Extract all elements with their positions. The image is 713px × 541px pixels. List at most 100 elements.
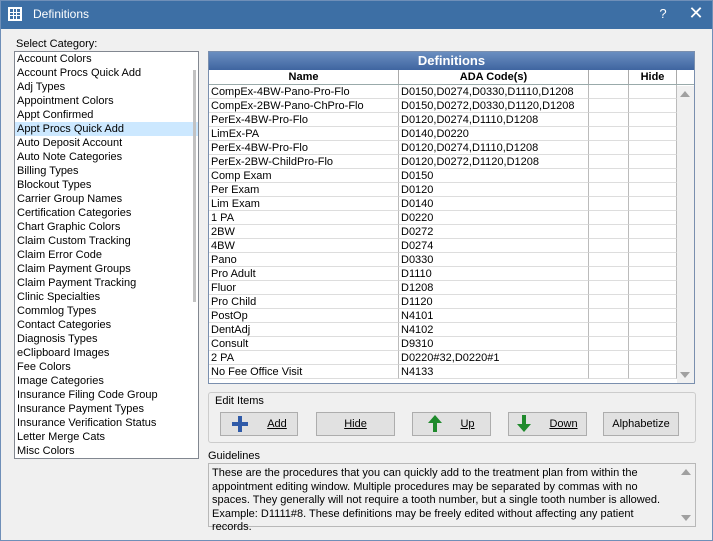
category-item[interactable]: Chart Graphic Colors — [15, 220, 198, 234]
category-item[interactable]: Appointment Colors — [15, 94, 198, 108]
category-item[interactable]: Insurance Payment Types — [15, 402, 198, 416]
cell-empty — [629, 351, 677, 365]
cell-empty — [629, 281, 677, 295]
table-row[interactable]: Pano D0330 — [209, 253, 694, 267]
cell-empty — [629, 113, 677, 127]
table-row[interactable]: LimEx-PA D0140,D0220 — [209, 127, 694, 141]
category-item[interactable]: Claim Payment Groups — [15, 262, 198, 276]
cell-code: D1110 — [399, 267, 589, 281]
plus-icon — [231, 415, 249, 433]
table-row[interactable]: DentAdj N4102 — [209, 323, 694, 337]
hide-button[interactable]: Hide — [316, 412, 395, 436]
category-item[interactable]: Misc Colors — [15, 444, 198, 458]
category-item[interactable]: Carrier Group Names — [15, 192, 198, 206]
category-item[interactable]: Adj Types — [15, 80, 198, 94]
table-row[interactable]: Lim Exam D0140 — [209, 197, 694, 211]
table-row[interactable]: 4BW D0274 — [209, 239, 694, 253]
category-item[interactable]: Insurance Verification Status — [15, 416, 198, 430]
cell-empty — [589, 141, 629, 155]
table-row[interactable]: PerEx-4BW-Pro-Flo D0120,D0274,D1110,D1208 — [209, 141, 694, 155]
table-row[interactable]: Pro Adult D1110 — [209, 267, 694, 281]
category-item[interactable]: Clinic Specialties — [15, 290, 198, 304]
guidelines-text: These are the procedures that you can qu… — [212, 467, 660, 533]
category-item[interactable]: Account Procs Quick Add — [15, 66, 198, 80]
guidelines-scrollbar[interactable] — [678, 464, 695, 526]
category-item[interactable]: Claim Error Code — [15, 248, 198, 262]
cell-empty — [629, 169, 677, 183]
cell-name: PerEx-4BW-Pro-Flo — [209, 113, 399, 127]
category-item[interactable]: Claim Custom Tracking — [15, 234, 198, 248]
category-scrollbar[interactable] — [193, 70, 196, 302]
definitions-grid: Definitions Name ADA Code(s) Hide CompEx… — [208, 51, 695, 384]
cell-code: D0220#32,D0220#1 — [399, 351, 589, 365]
category-item[interactable]: Diagnosis Types — [15, 332, 198, 346]
category-item[interactable]: Account Colors — [15, 52, 198, 66]
cell-empty — [589, 113, 629, 127]
category-item[interactable]: Contact Categories — [15, 318, 198, 332]
cell-name: 1 PA — [209, 211, 399, 225]
category-item[interactable]: Insurance Filing Code Group — [15, 388, 198, 402]
table-row[interactable]: PerEx-4BW-Pro-Flo D0120,D0274,D1110,D1208 — [209, 113, 694, 127]
cell-code: N4102 — [399, 323, 589, 337]
close-icon[interactable]: ✕ — [687, 4, 705, 22]
guidelines-scroll-down-icon[interactable] — [681, 515, 691, 521]
cell-empty — [589, 155, 629, 169]
table-row[interactable]: Consult D9310 — [209, 337, 694, 351]
guidelines-box: These are the procedures that you can qu… — [208, 463, 696, 533]
cell-code: D1208 — [399, 281, 589, 295]
cell-empty — [629, 141, 677, 155]
scroll-up-arrow-icon[interactable] — [680, 91, 690, 97]
category-item[interactable]: Commlog Types — [15, 304, 198, 318]
category-item[interactable]: Blockout Types — [15, 178, 198, 192]
column-header-hide[interactable]: Hide — [629, 70, 677, 84]
table-row[interactable]: Comp Exam D0150 — [209, 169, 694, 183]
category-item[interactable]: Letter Merge Cats — [15, 430, 198, 444]
cell-empty — [629, 239, 677, 253]
cell-code: D0140,D0220 — [399, 127, 589, 141]
table-row[interactable]: Pro Child D1120 — [209, 295, 694, 309]
cell-empty — [589, 127, 629, 141]
category-item[interactable]: Certification Categories — [15, 206, 198, 220]
table-row[interactable]: PostOp N4101 — [209, 309, 694, 323]
table-row[interactable]: PerEx-2BW-ChildPro-Flo D0120,D0272,D1120,… — [209, 155, 694, 169]
up-arrow-icon — [428, 415, 443, 433]
cell-code: D0150,D0274,D0330,D1110,D1208 — [399, 85, 589, 99]
scroll-down-arrow-icon[interactable] — [680, 372, 690, 378]
grid-title: Definitions — [209, 52, 694, 70]
category-item[interactable]: Appt Confirmed — [15, 108, 198, 122]
category-list[interactable]: Account Colors Account Procs Quick Add Adj… — [14, 51, 199, 459]
cell-name: LimEx-PA — [209, 127, 399, 141]
cell-empty — [629, 183, 677, 197]
cell-code: N4101 — [399, 309, 589, 323]
grid-scrollbar[interactable] — [677, 86, 694, 383]
table-row[interactable]: CompEx-4BW-Pano-Pro-Flo D0150,D0274,D0330… — [209, 85, 694, 99]
category-item[interactable]: Claim Payment Tracking — [15, 276, 198, 290]
table-row[interactable]: CompEx-2BW-Pano-ChPro-Flo D0150,D0272,D03… — [209, 99, 694, 113]
category-item[interactable]: Appt Procs Quick Add — [15, 122, 198, 136]
category-item[interactable]: eClipboard Images — [15, 346, 198, 360]
table-row[interactable]: 1 PA D0220 — [209, 211, 694, 225]
column-header-name[interactable]: Name — [209, 70, 399, 84]
category-item[interactable]: Billing Types — [15, 164, 198, 178]
category-item[interactable]: Fee Colors — [15, 360, 198, 374]
down-button[interactable]: Down — [508, 412, 587, 436]
cell-code: D0120 — [399, 183, 589, 197]
category-item[interactable]: Auto Deposit Account — [15, 136, 198, 150]
cell-code: D0272 — [399, 225, 589, 239]
table-row[interactable]: No Fee Office Visit N4133 — [209, 365, 694, 379]
app-grid-icon — [8, 7, 22, 21]
alphabetize-button[interactable]: Alphabetize — [603, 412, 679, 436]
cell-empty — [629, 211, 677, 225]
add-button[interactable]: Add — [220, 412, 298, 436]
cell-empty — [589, 253, 629, 267]
table-row[interactable]: Per Exam D0120 — [209, 183, 694, 197]
category-item[interactable]: Image Categories — [15, 374, 198, 388]
table-row[interactable]: Fluor D1208 — [209, 281, 694, 295]
up-button[interactable]: Up — [412, 412, 491, 436]
column-header-ada-code[interactable]: ADA Code(s) — [399, 70, 589, 84]
help-button[interactable]: ? — [655, 6, 671, 21]
guidelines-scroll-up-icon[interactable] — [681, 469, 691, 475]
table-row[interactable]: 2BW D0272 — [209, 225, 694, 239]
table-row[interactable]: 2 PA D0220#32,D0220#1 — [209, 351, 694, 365]
category-item[interactable]: Auto Note Categories — [15, 150, 198, 164]
